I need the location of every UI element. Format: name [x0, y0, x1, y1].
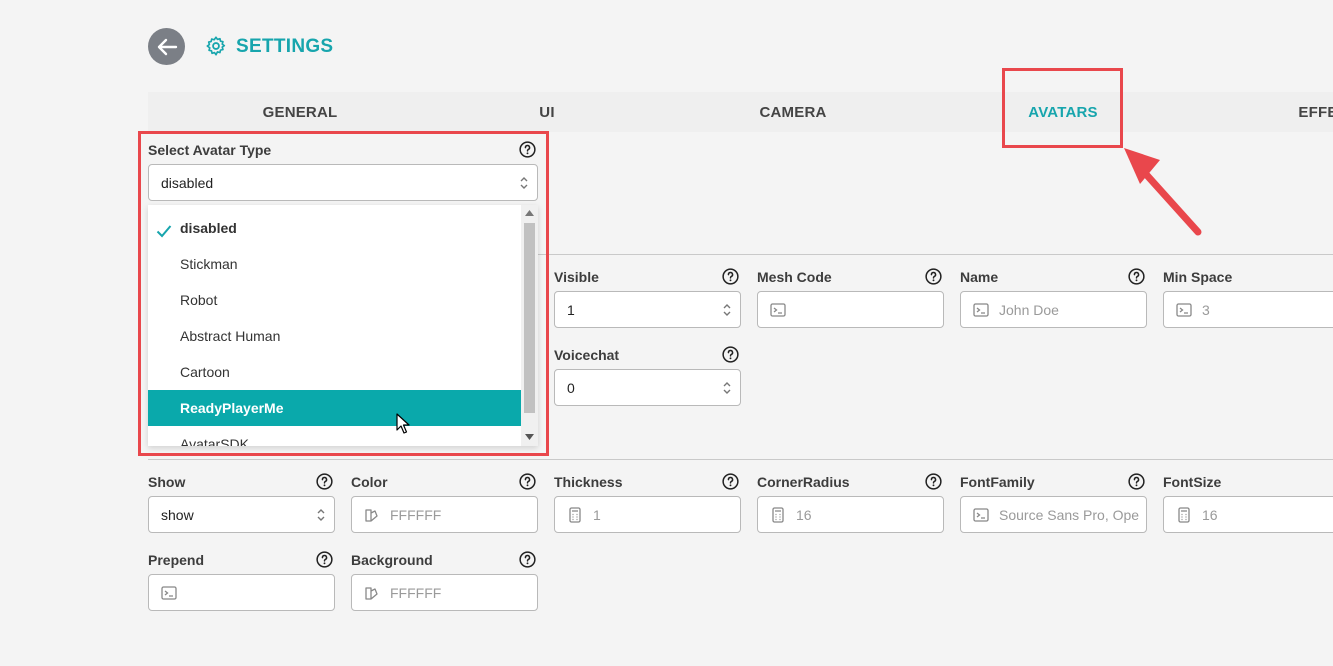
show-select[interactable]: show	[148, 496, 335, 533]
chevron-updown-icon	[723, 382, 731, 394]
mesh-code-label: Mesh Code	[757, 269, 832, 285]
tab-ui[interactable]: UI	[539, 104, 554, 121]
show-label: Show	[148, 474, 186, 490]
terminal-icon	[161, 585, 177, 600]
name-input[interactable]: John Doe	[960, 291, 1147, 328]
help-icon[interactable]	[722, 268, 739, 285]
annotation-highlight-box-avatar-type	[138, 131, 549, 456]
corner-radius-label: CornerRadius	[757, 474, 850, 490]
corner-radius-placeholder: 16	[796, 506, 812, 523]
color-input[interactable]: FFFFFF	[351, 496, 538, 533]
annotation-arrow-icon	[1124, 148, 1202, 236]
section-divider	[148, 459, 1333, 460]
color-label: Color	[351, 474, 388, 490]
terminal-icon	[770, 302, 786, 317]
font-family-placeholder: Source Sans Pro, Ope	[999, 506, 1140, 523]
color-swatch-icon	[365, 508, 378, 522]
name-label: Name	[960, 269, 999, 285]
thickness-label: Thickness	[554, 474, 623, 490]
section-divider	[538, 254, 1333, 255]
help-icon[interactable]	[925, 268, 942, 285]
background-label: Background	[351, 552, 433, 568]
name-placeholder: John Doe	[999, 301, 1059, 318]
thickness-input[interactable]: 1	[554, 496, 741, 533]
background-placeholder: FFFFFF	[390, 584, 442, 601]
visible-value: 1	[567, 301, 575, 318]
background-input[interactable]: FFFFFF	[351, 574, 538, 611]
voicechat-value: 0	[567, 379, 575, 396]
gear-icon	[206, 36, 226, 56]
prepend-label: Prepend	[148, 552, 205, 568]
calculator-icon	[569, 506, 581, 523]
terminal-icon	[973, 302, 989, 317]
terminal-icon	[1176, 302, 1192, 317]
font-family-label: FontFamily	[960, 474, 1035, 490]
terminal-icon	[973, 507, 989, 522]
back-button[interactable]	[148, 28, 185, 65]
page-title: SETTINGS	[236, 36, 334, 57]
color-placeholder: FFFFFF	[390, 506, 442, 523]
visible-select[interactable]: 1	[554, 291, 741, 328]
help-icon[interactable]	[1128, 268, 1145, 285]
help-icon[interactable]	[925, 473, 942, 490]
font-size-placeholder: 16	[1202, 506, 1218, 523]
help-icon[interactable]	[519, 473, 536, 490]
help-icon[interactable]	[722, 473, 739, 490]
voicechat-label: Voicechat	[554, 347, 620, 363]
corner-radius-input[interactable]: 16	[757, 496, 944, 533]
font-family-input[interactable]: Source Sans Pro, Ope	[960, 496, 1147, 533]
min-space-placeholder: 3	[1202, 301, 1210, 318]
tab-camera[interactable]: CAMERA	[759, 104, 826, 121]
show-value: show	[161, 506, 194, 523]
prepend-input[interactable]	[148, 574, 335, 611]
color-swatch-icon	[365, 586, 378, 600]
visible-label: Visible	[554, 269, 599, 285]
calculator-icon	[1178, 506, 1190, 523]
help-icon[interactable]	[316, 551, 333, 568]
help-icon[interactable]	[316, 473, 333, 490]
help-icon[interactable]	[519, 551, 536, 568]
help-icon[interactable]	[722, 346, 739, 363]
tab-effects[interactable]: EFFE	[1298, 104, 1333, 121]
annotation-highlight-box-avatars	[1002, 68, 1123, 148]
font-size-label: FontSize	[1163, 474, 1222, 490]
arrow-left-icon	[157, 38, 177, 55]
font-size-input[interactable]: 16	[1163, 496, 1333, 533]
tab-general[interactable]: GENERAL	[263, 104, 338, 121]
mouse-cursor-icon	[396, 413, 410, 434]
chevron-updown-icon	[723, 304, 731, 316]
calculator-icon	[772, 506, 784, 523]
thickness-placeholder: 1	[593, 506, 601, 523]
voicechat-select[interactable]: 0	[554, 369, 741, 406]
help-icon[interactable]	[1128, 473, 1145, 490]
chevron-updown-icon	[317, 509, 325, 521]
min-space-input[interactable]: 3	[1163, 291, 1333, 328]
mesh-code-input[interactable]	[757, 291, 944, 328]
min-space-label: Min Space	[1163, 269, 1233, 285]
